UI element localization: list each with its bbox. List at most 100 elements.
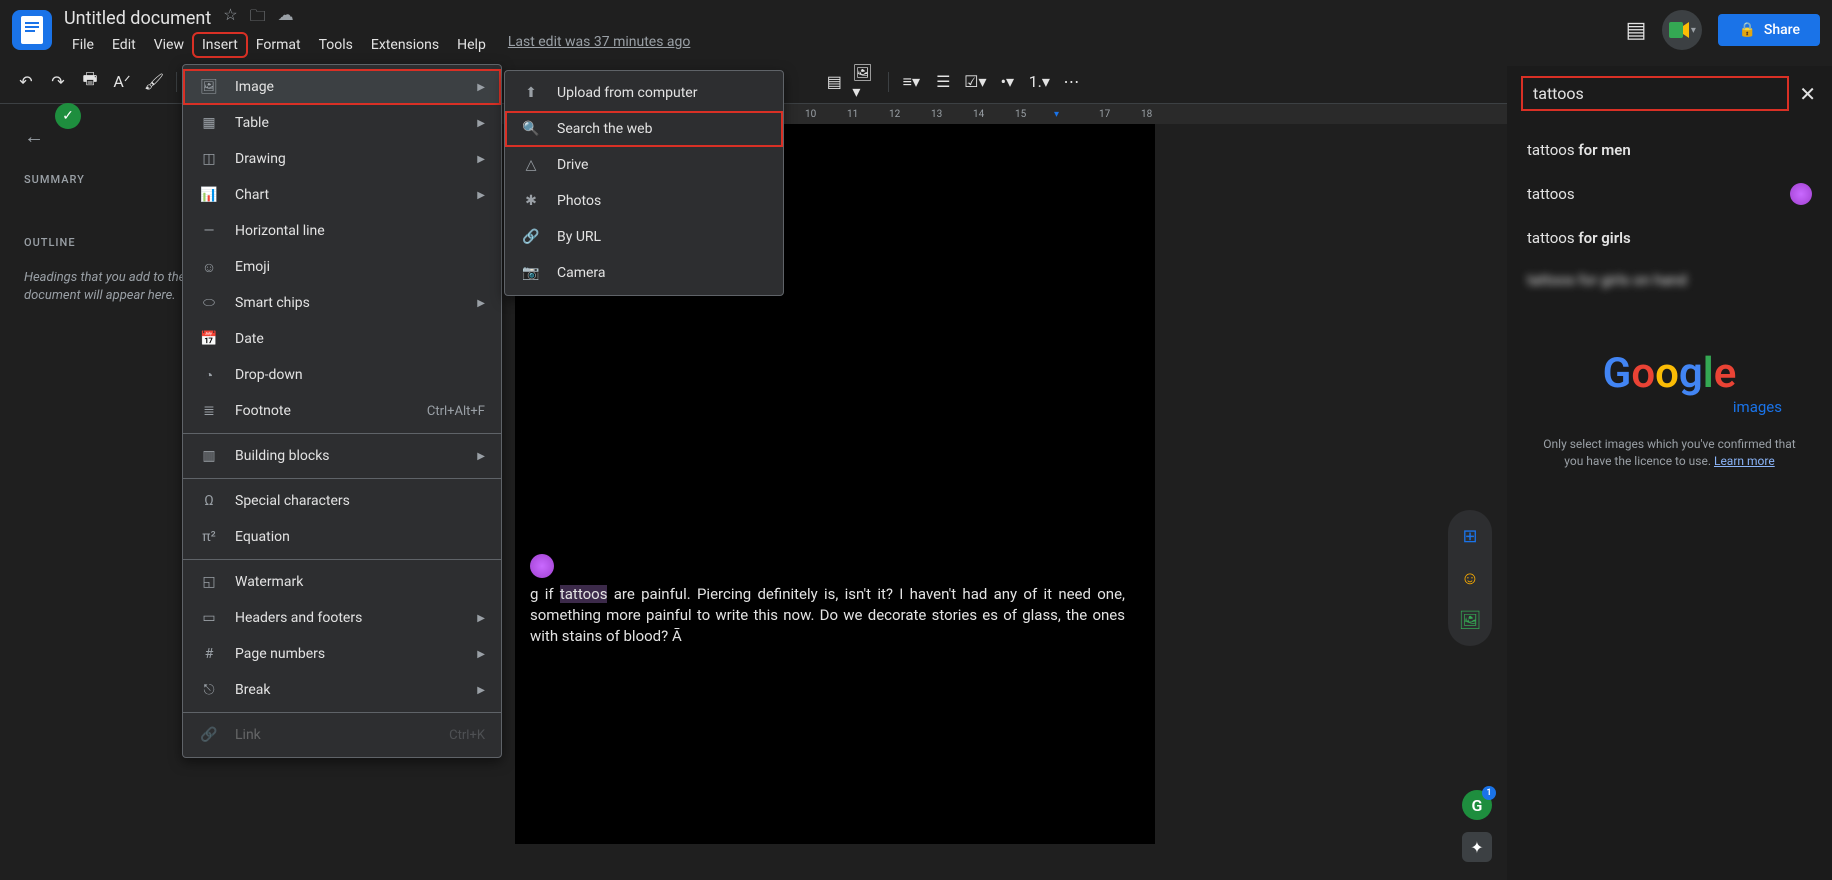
- menu-label: Footnote: [235, 403, 291, 419]
- menu-item-watermark[interactable]: ◱Watermark: [183, 564, 501, 600]
- search-input[interactable]: [1523, 78, 1787, 109]
- emoji-reaction-button[interactable]: ☺: [1456, 564, 1484, 592]
- menu-view[interactable]: View: [146, 34, 192, 56]
- success-check-icon: ✓: [55, 103, 81, 129]
- last-edit-link[interactable]: Last edit was 37 minutes ago: [508, 34, 691, 56]
- numbered-list-button[interactable]: 1.▾: [1025, 68, 1053, 96]
- menu-item-search-the-web[interactable]: 🔍Search the web: [505, 111, 783, 147]
- menu-label: Building blocks: [235, 448, 330, 464]
- learn-more-link[interactable]: Learn more: [1714, 454, 1775, 468]
- menu-file[interactable]: File: [64, 34, 102, 56]
- more-button[interactable]: ⋯: [1057, 68, 1085, 96]
- document-text[interactable]: g if tattoos are painful. Piercing defin…: [530, 554, 1125, 647]
- menu-insert[interactable]: Insert: [194, 34, 246, 56]
- menu-item-break[interactable]: ⎋Break▶: [183, 672, 501, 708]
- menu-item-smart-chips[interactable]: ⬭Smart chips▶: [183, 285, 501, 321]
- ruler-mark: 14: [973, 109, 984, 120]
- menu-edit[interactable]: Edit: [104, 34, 144, 56]
- chips-icon: ⬭: [199, 293, 219, 313]
- add-comment-button[interactable]: ⊞: [1456, 522, 1484, 550]
- document-title[interactable]: Untitled document: [64, 8, 211, 29]
- search-suggestion[interactable]: tattoos for men: [1507, 129, 1832, 171]
- menu-item-table[interactable]: ▦Table▶: [183, 105, 501, 141]
- menu-label: Image: [235, 79, 274, 95]
- share-label: Share: [1764, 22, 1800, 38]
- chevron-right-icon: ▶: [477, 613, 485, 624]
- meet-icon: [1669, 22, 1689, 38]
- menu-item-page-numbers[interactable]: #Page numbers▶: [183, 636, 501, 672]
- grammarly-badge[interactable]: G1: [1462, 790, 1492, 820]
- line-spacing-button[interactable]: ☰: [929, 68, 957, 96]
- menu-item-drawing[interactable]: ◫Drawing▶: [183, 141, 501, 177]
- menu-item-by-url[interactable]: 🔗By URL: [505, 219, 783, 255]
- menu-item-special-characters[interactable]: ΩSpecial characters: [183, 483, 501, 519]
- docs-logo[interactable]: [12, 10, 52, 50]
- menu-help[interactable]: Help: [449, 34, 494, 56]
- menu-item-building-blocks[interactable]: ▥Building blocks▶: [183, 438, 501, 474]
- menu-item-headers-and-footers[interactable]: ▭Headers and footers▶: [183, 600, 501, 636]
- search-suggestion[interactable]: tattoos for girls: [1507, 217, 1832, 259]
- align-button[interactable]: ≡▾: [897, 68, 925, 96]
- menu-label: Smart chips: [235, 295, 310, 311]
- menu-label: Page numbers: [235, 646, 325, 662]
- menu-label: Camera: [557, 265, 606, 281]
- docs-icon: [21, 16, 43, 44]
- menu-format[interactable]: Format: [248, 34, 309, 56]
- insert-image-button[interactable]: 🖼▾: [852, 68, 880, 96]
- checklist-button[interactable]: ☑▾: [961, 68, 989, 96]
- menu-item-image[interactable]: 🖼Image▶: [183, 69, 501, 105]
- menu-label: Horizontal line: [235, 223, 325, 239]
- menu-item-equation[interactable]: π²Equation: [183, 519, 501, 555]
- ruler-mark: 17: [1099, 109, 1110, 120]
- hr-icon: —: [199, 221, 219, 241]
- menu-label: Date: [235, 331, 264, 347]
- explore-button[interactable]: ✦: [1462, 832, 1492, 862]
- undo-button[interactable]: ↶: [12, 68, 40, 96]
- ruler-mark: 12: [889, 109, 900, 120]
- chevron-right-icon: ▶: [477, 649, 485, 660]
- menu-divider: [183, 712, 501, 713]
- close-icon[interactable]: ✕: [1799, 82, 1816, 106]
- menu-divider: [183, 478, 501, 479]
- star-icon[interactable]: ☆: [223, 5, 237, 32]
- menu-divider: [183, 559, 501, 560]
- menu-item-date[interactable]: 📅 Date: [183, 321, 501, 357]
- suggest-edits-button[interactable]: 🖼: [1456, 606, 1484, 634]
- share-button[interactable]: 🔒 Share: [1718, 14, 1820, 46]
- menu-item-emoji[interactable]: ☺Emoji: [183, 249, 501, 285]
- menu-item-chart[interactable]: 📊Chart▶: [183, 177, 501, 213]
- link-icon: 🔗: [199, 725, 219, 745]
- spellcheck-button[interactable]: Aᐟ: [108, 68, 136, 96]
- equation-icon: π²: [199, 527, 219, 547]
- menu-item-drive[interactable]: △Drive: [505, 147, 783, 183]
- meet-button[interactable]: ▾: [1662, 10, 1702, 50]
- cloud-icon[interactable]: ☁: [278, 5, 294, 32]
- menu-item-drop-down[interactable]: ◔Drop-down: [183, 357, 501, 393]
- ruler-indent-marker[interactable]: ▾: [1054, 109, 1059, 120]
- search-suggestion[interactable]: tattoos: [1507, 171, 1832, 217]
- redo-button[interactable]: ↷: [44, 68, 72, 96]
- search-suggestion[interactable]: tattoos for girls on hand: [1507, 259, 1832, 301]
- menu-item-footnote[interactable]: ≣FootnoteCtrl+Alt+F: [183, 393, 501, 429]
- paint-format-button[interactable]: 🖌: [140, 68, 168, 96]
- emoji-icon: ☺: [199, 257, 219, 277]
- menu-item-horizontal-line[interactable]: — Horizontal line: [183, 213, 501, 249]
- menu-item-link[interactable]: 🔗LinkCtrl+K: [183, 717, 501, 753]
- menu-item-upload-from-computer[interactable]: ⬆Upload from computer: [505, 75, 783, 111]
- menu-label: Chart: [235, 187, 269, 203]
- menu-tools[interactable]: Tools: [311, 34, 361, 56]
- menu-item-camera[interactable]: 📷Camera: [505, 255, 783, 291]
- move-icon[interactable]: 🗀: [250, 5, 266, 32]
- insert-comment-button[interactable]: ▤: [820, 68, 848, 96]
- image-submenu: ⬆Upload from computer🔍Search the web△Dri…: [504, 70, 784, 296]
- ruler-mark: 13: [931, 109, 942, 120]
- back-arrow[interactable]: ←: [24, 124, 206, 149]
- print-button[interactable]: 🖶: [76, 68, 104, 96]
- chevron-right-icon: ▶: [477, 154, 485, 165]
- menu-extensions[interactable]: Extensions: [363, 34, 447, 56]
- bullet-list-button[interactable]: •▾: [993, 68, 1021, 96]
- footnote-icon: ≣: [199, 401, 219, 421]
- date-icon: 📅: [199, 329, 219, 349]
- comment-history-icon[interactable]: ▤: [1626, 18, 1647, 43]
- menu-item-photos[interactable]: ✱Photos: [505, 183, 783, 219]
